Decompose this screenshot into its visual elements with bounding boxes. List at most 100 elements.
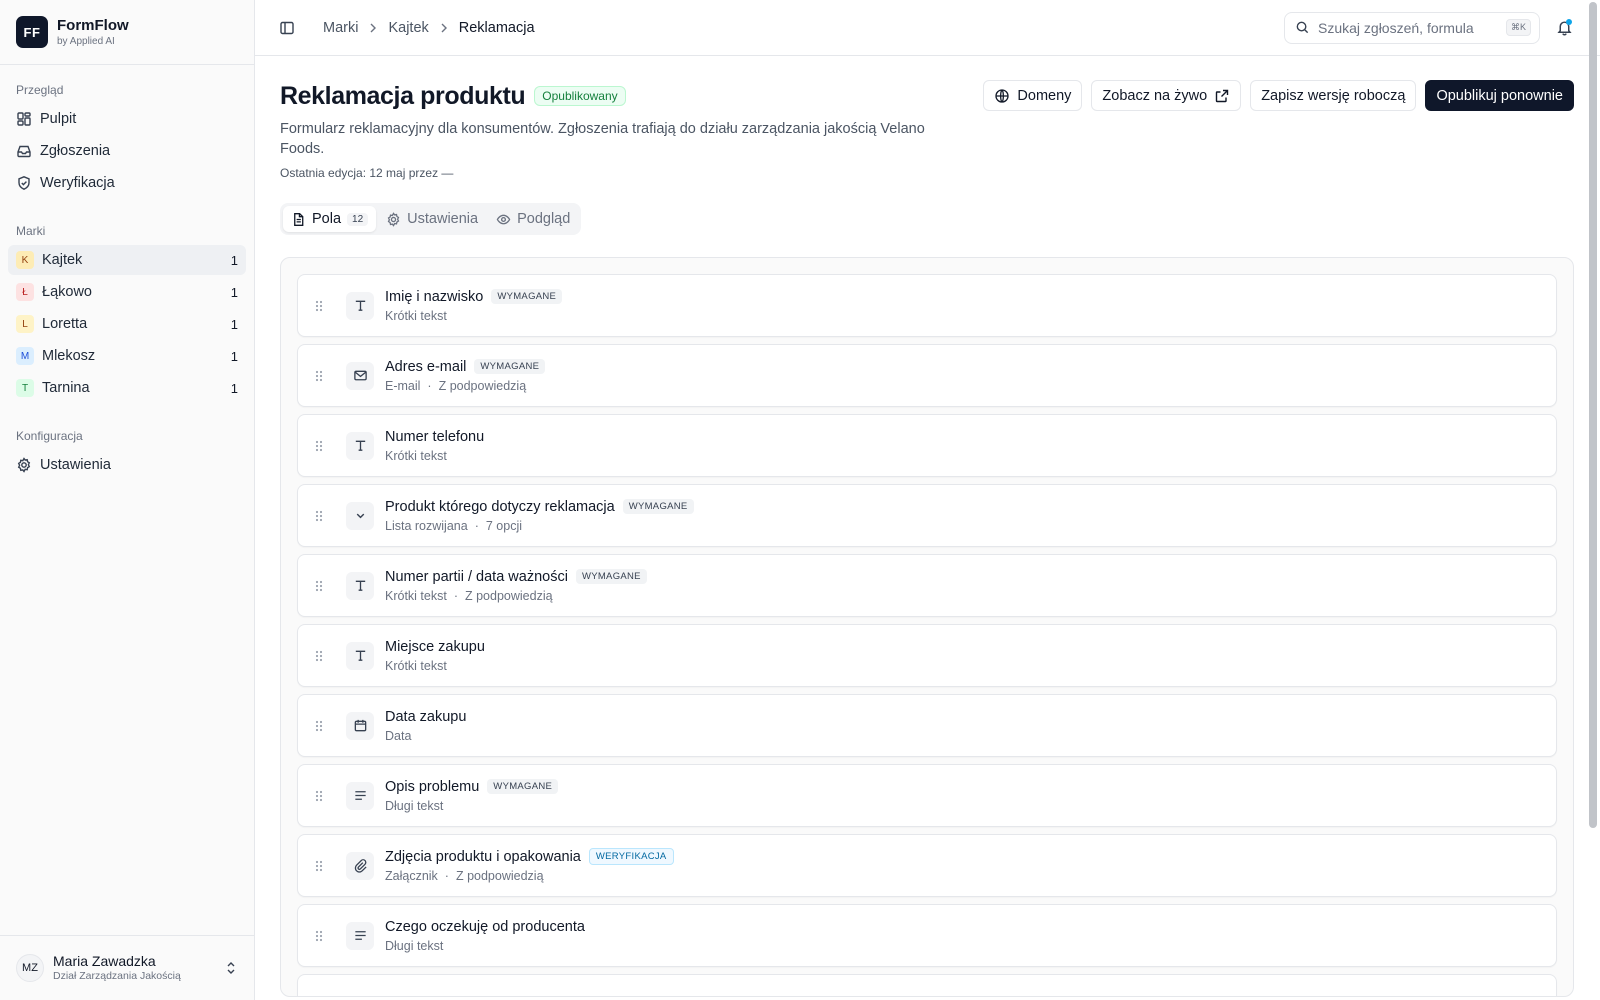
drag-handle-icon[interactable] [312, 649, 326, 663]
sidebar-toggle-button[interactable] [273, 14, 301, 42]
field-type: Lista rozwijana [385, 518, 468, 533]
user-name: Maria Zawadzka [53, 953, 156, 969]
tab-settings[interactable]: Ustawienia [378, 206, 486, 232]
drag-handle-icon[interactable] [312, 369, 326, 383]
sidebar: FF FormFlow by Applied AI Przegląd Pulpi… [0, 0, 255, 1000]
sidebar-item-loretta[interactable]: L Loretta 1 [8, 309, 246, 339]
form-field-row[interactable]: Miejsce zakupu Krótki tekst [297, 624, 1557, 687]
drag-handle-icon[interactable] [312, 789, 326, 803]
save-draft-button[interactable]: Zapisz wersję roboczą [1250, 80, 1417, 111]
dashboard-icon [17, 112, 31, 126]
field-type-icon [346, 361, 374, 390]
sidebar-item-tarnina[interactable]: T Tarnina 1 [8, 373, 246, 403]
tab-label: Podgląd [517, 211, 571, 227]
nav-brands: Marki K Kajtek 1 Ł Łąkowo 1 L Loretta 1 … [0, 222, 254, 405]
gear-icon [17, 457, 31, 473]
form-field-row[interactable]: Imię i nazwisko WYMAGANE Krótki tekst [297, 274, 1557, 337]
sidebar-item-label: Ustawienia [40, 457, 111, 473]
nav-count: 1 [230, 316, 238, 332]
sidebar-item-label: Zgłoszenia [40, 143, 111, 159]
nav-count: 1 [230, 284, 238, 300]
brand-header[interactable]: FF FormFlow by Applied AI [0, 0, 254, 65]
field-type-icon [346, 571, 374, 600]
tab-label: Ustawienia [407, 211, 479, 227]
drag-handle-icon[interactable] [312, 929, 326, 943]
field-hint: Z podpowiedzią [438, 378, 527, 393]
drag-handle-icon[interactable] [312, 509, 326, 523]
scrollbar[interactable] [1589, 2, 1597, 828]
domains-button[interactable]: Domeny [983, 80, 1083, 111]
drag-handle-icon[interactable] [312, 579, 326, 593]
field-type-icon [346, 641, 374, 670]
verification-badge: WERYFIKACJA [588, 848, 674, 865]
search-shortcut: ⌘K [1505, 19, 1531, 36]
form-field-row[interactable] [297, 974, 1557, 996]
breadcrumb-item-brands[interactable]: Marki [323, 20, 358, 36]
user-role: Dział Zarządzania Jakością [53, 970, 181, 982]
search-input[interactable]: Szukaj zgłoszeń, formula ⌘K [1284, 11, 1540, 44]
tab-fields[interactable]: Pola 12 [283, 206, 377, 232]
globe-icon [995, 88, 1010, 103]
button-label: Zobacz na żywo [1102, 87, 1208, 104]
breadcrumb-item-kajtek[interactable]: Kajtek [388, 20, 428, 36]
tab-preview[interactable]: Podgląd [488, 206, 578, 232]
chevron-right-icon [370, 23, 377, 32]
gear-icon [387, 211, 400, 227]
chevron-up-down-icon [227, 962, 235, 974]
nav-count: 1 [230, 348, 238, 364]
view-live-button[interactable]: Zobacz na żywo [1091, 80, 1242, 111]
field-name: Produkt którego dotyczy reklamacja [385, 498, 615, 515]
nav-section-title: Marki [16, 224, 46, 238]
last-edit: Ostatnia edycja: 12 maj przez — [280, 166, 454, 180]
chevron-down-icon [356, 513, 364, 519]
text-icon [355, 580, 365, 591]
field-type-icon [346, 431, 374, 460]
sidebar-item-submissions[interactable]: Zgłoszenia [8, 136, 246, 166]
field-name: Czego oczekuję od producenta [385, 918, 585, 935]
drag-handle-icon[interactable] [312, 859, 326, 873]
required-badge: WYMAGANE [487, 779, 559, 794]
sidebar-item-lakowo[interactable]: Ł Łąkowo 1 [8, 277, 246, 307]
form-field-row[interactable]: Opis problemu WYMAGANE Długi tekst [297, 764, 1557, 827]
page-content: Reklamacja produktu Opublikowany Formula… [255, 56, 1600, 997]
button-label: Opublikuj ponownie [1436, 87, 1563, 104]
form-field-row[interactable]: Numer partii / data ważności WYMAGANE Kr… [297, 554, 1557, 617]
field-name: Numer partii / data ważności [385, 568, 568, 585]
field-type-icon [346, 921, 374, 950]
nav-overview: Przegląd Pulpit Zgłoszenia Weryfikacja [0, 81, 254, 200]
user-menu[interactable]: MZ Maria Zawadzka Dział Zarządzania Jako… [0, 935, 254, 1000]
sidebar-item-settings[interactable]: Ustawienia [8, 450, 246, 480]
required-badge: WYMAGANE [622, 499, 694, 514]
field-hint: Z podpowiedzią [465, 588, 553, 603]
paragraph-icon [354, 791, 366, 800]
inbox-icon [17, 145, 31, 158]
field-type-icon [346, 851, 374, 880]
drag-handle-icon[interactable] [312, 719, 326, 733]
sidebar-item-mlekosz[interactable]: M Mlekosz 1 [8, 341, 246, 371]
sidebar-item-kajtek[interactable]: K Kajtek 1 [8, 245, 246, 275]
form-field-row[interactable]: Produkt którego dotyczy reklamacja WYMAG… [297, 484, 1557, 547]
notifications-button[interactable] [1546, 12, 1582, 44]
field-type-icon [346, 711, 374, 740]
meta-separator: · [453, 588, 458, 603]
form-field-row[interactable]: Numer telefonu Krótki tekst [297, 414, 1557, 477]
form-field-row[interactable]: Czego oczekuję od producenta Długi tekst [297, 904, 1557, 967]
nav-section-title: Przegląd [16, 83, 64, 97]
sidebar-item-label: Mlekosz [42, 348, 96, 364]
sidebar-item-verification[interactable]: Weryfikacja [8, 168, 246, 198]
form-field-row[interactable]: Data zakupu Data [297, 694, 1557, 757]
form-field-row[interactable]: Adres e-mail WYMAGANE E-mail · Z podpowi… [297, 344, 1557, 407]
drag-handle-icon[interactable] [312, 299, 326, 313]
breadcrumb: Marki Kajtek Reklamacja [323, 20, 535, 36]
sidebar-item-label: Łąkowo [42, 284, 92, 300]
required-badge: WYMAGANE [575, 569, 647, 584]
form-field-row[interactable]: Zdjęcia produktu i opakowania WERYFIKACJ… [297, 834, 1557, 897]
sidebar-item-dashboard[interactable]: Pulpit [8, 104, 246, 134]
republish-button[interactable]: Opublikuj ponownie [1425, 80, 1574, 111]
field-name: Adres e-mail [385, 358, 467, 375]
text-icon [355, 300, 365, 311]
meta-separator: · [474, 518, 479, 533]
button-label: Domeny [1017, 87, 1072, 104]
drag-handle-icon[interactable] [312, 439, 326, 453]
page-title: Reklamacja produktu [280, 81, 526, 110]
